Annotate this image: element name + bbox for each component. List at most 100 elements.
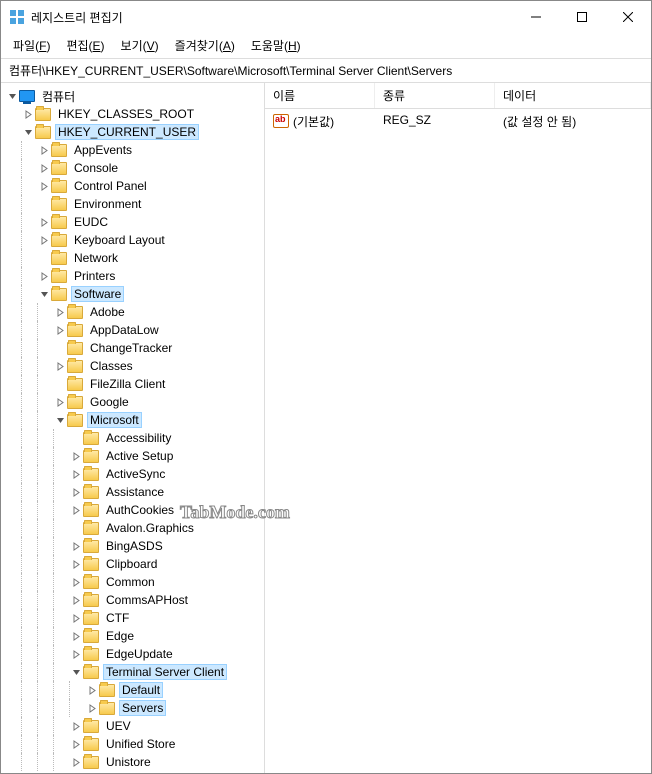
tree-node-assistance[interactable]: Assistance (5, 483, 264, 501)
chevron-right-icon[interactable] (21, 107, 35, 121)
chevron-right-icon[interactable] (69, 647, 83, 661)
chevron-right-icon[interactable] (37, 233, 51, 247)
chevron-right-icon[interactable] (53, 359, 67, 373)
chevron-down-icon[interactable] (69, 665, 83, 679)
tree-node-unistore[interactable]: Unistore (5, 753, 264, 771)
chevron-right-icon[interactable] (85, 701, 99, 715)
tree-node-printers[interactable]: Printers (5, 267, 264, 285)
tree-node-appevents[interactable]: AppEvents (5, 141, 264, 159)
folder-icon (83, 468, 99, 481)
tree-node-edge[interactable]: Edge (5, 627, 264, 645)
chevron-right-icon[interactable] (53, 323, 67, 337)
tree-label: Common (106, 575, 155, 589)
chevron-right-icon[interactable] (69, 449, 83, 463)
folder-icon (35, 126, 51, 139)
tree-node-edgeupdate[interactable]: EdgeUpdate (5, 645, 264, 663)
tree-label: Edge (106, 629, 134, 643)
tree-node-changetracker[interactable]: ChangeTracker (5, 339, 264, 357)
tree-node-default[interactable]: Default (5, 681, 264, 699)
tree-node-hkcr[interactable]: HKEY_CLASSES_ROOT (5, 105, 264, 123)
tree-node-kbd[interactable]: Keyboard Layout (5, 231, 264, 249)
tree-node-authcookies[interactable]: AuthCookies (5, 501, 264, 519)
computer-icon (19, 90, 35, 102)
chevron-right-icon[interactable] (69, 593, 83, 607)
menu-help[interactable]: 도움말(H) (245, 35, 307, 56)
tree-node-adobe[interactable]: Adobe (5, 303, 264, 321)
menu-file[interactable]: 파일(F) (7, 35, 56, 56)
tree-node-hkcu[interactable]: HKEY_CURRENT_USER (5, 123, 264, 141)
tree-node-eudc[interactable]: EUDC (5, 213, 264, 231)
tree-node-ctf[interactable]: CTF (5, 609, 264, 627)
tree-node-bingasds[interactable]: BingASDS (5, 537, 264, 555)
tree-node-clipboard[interactable]: Clipboard (5, 555, 264, 573)
tree-node-activesync[interactable]: ActiveSync (5, 465, 264, 483)
tree-node-cpanel[interactable]: Control Panel (5, 177, 264, 195)
menu-view[interactable]: 보기(V) (115, 35, 165, 56)
folder-icon (99, 702, 115, 715)
tree-node-accessibility[interactable]: Accessibility (5, 429, 264, 447)
chevron-right-icon[interactable] (53, 305, 67, 319)
tree-node-classes[interactable]: Classes (5, 357, 264, 375)
tree-node-avalon[interactable]: Avalon.Graphics (5, 519, 264, 537)
tree-node-activesetup[interactable]: Active Setup (5, 447, 264, 465)
tree-node-uev[interactable]: UEV (5, 717, 264, 735)
chevron-right-icon[interactable] (69, 575, 83, 589)
tree-node-root[interactable]: 컴퓨터 (5, 87, 264, 105)
chevron-down-icon[interactable] (37, 287, 51, 301)
tree-node-env[interactable]: Environment (5, 195, 264, 213)
tree-label: Adobe (90, 305, 125, 319)
col-header-name[interactable]: 이름 (265, 83, 375, 108)
chevron-right-icon[interactable] (69, 629, 83, 643)
tree-node-software[interactable]: Software (5, 285, 264, 303)
tree-node-filezilla[interactable]: FileZilla Client (5, 375, 264, 393)
chevron-right-icon[interactable] (69, 737, 83, 751)
tree-node-servers[interactable]: Servers (5, 699, 264, 717)
tree-label: Assistance (106, 485, 164, 499)
chevron-right-icon[interactable] (37, 215, 51, 229)
chevron-right-icon[interactable] (37, 179, 51, 193)
chevron-right-icon[interactable] (37, 161, 51, 175)
tree-node-unifiedstore[interactable]: Unified Store (5, 735, 264, 753)
chevron-right-icon[interactable] (37, 269, 51, 283)
chevron-right-icon[interactable] (69, 557, 83, 571)
tree-node-appdatalow[interactable]: AppDataLow (5, 321, 264, 339)
chevron-right-icon[interactable] (69, 485, 83, 499)
chevron-right-icon[interactable] (69, 755, 83, 769)
chevron-down-icon[interactable] (21, 125, 35, 139)
col-header-type[interactable]: 종류 (375, 83, 495, 108)
tree-node-common[interactable]: Common (5, 573, 264, 591)
chevron-right-icon[interactable] (69, 719, 83, 733)
maximize-button[interactable] (559, 1, 605, 33)
tree-label: Unistore (106, 755, 151, 769)
menu-favorites[interactable]: 즐겨찾기(A) (169, 35, 241, 56)
tree-node-tsc[interactable]: Terminal Server Client (5, 663, 264, 681)
tree-label: Servers (122, 701, 163, 715)
chevron-right-icon[interactable] (37, 143, 51, 157)
list-row[interactable]: (기본값) REG_SZ (값 설정 안 됨) (265, 109, 651, 134)
tree-node-network[interactable]: Network (5, 249, 264, 267)
tree-pane[interactable]: 컴퓨터HKEY_CLASSES_ROOTHKEY_CURRENT_USERApp… (1, 83, 265, 773)
folder-icon (51, 162, 67, 175)
chevron-down-icon[interactable] (5, 89, 19, 103)
tree-node-microsoft[interactable]: Microsoft (5, 411, 264, 429)
tree-node-google[interactable]: Google (5, 393, 264, 411)
list-pane[interactable]: 이름 종류 데이터 (기본값) REG_SZ (값 설정 안 됨) (265, 83, 651, 773)
tree-label: AuthCookies (106, 503, 174, 517)
address-bar[interactable]: 컴퓨터\HKEY_CURRENT_USER\Software\Microsoft… (1, 58, 651, 83)
folder-icon (51, 216, 67, 229)
chevron-right-icon[interactable] (53, 395, 67, 409)
chevron-right-icon[interactable] (69, 503, 83, 517)
chevron-right-icon[interactable] (85, 683, 99, 697)
menu-edit[interactable]: 편집(E) (60, 35, 110, 56)
tree-node-console[interactable]: Console (5, 159, 264, 177)
minimize-button[interactable] (513, 1, 559, 33)
chevron-down-icon[interactable] (53, 413, 67, 427)
chevron-right-icon[interactable] (69, 539, 83, 553)
folder-icon (83, 486, 99, 499)
close-button[interactable] (605, 1, 651, 33)
chevron-right-icon[interactable] (69, 611, 83, 625)
tree-node-commsaphost[interactable]: CommsAPHost (5, 591, 264, 609)
folder-icon (83, 432, 99, 445)
chevron-right-icon[interactable] (69, 467, 83, 481)
col-header-data[interactable]: 데이터 (495, 83, 651, 108)
